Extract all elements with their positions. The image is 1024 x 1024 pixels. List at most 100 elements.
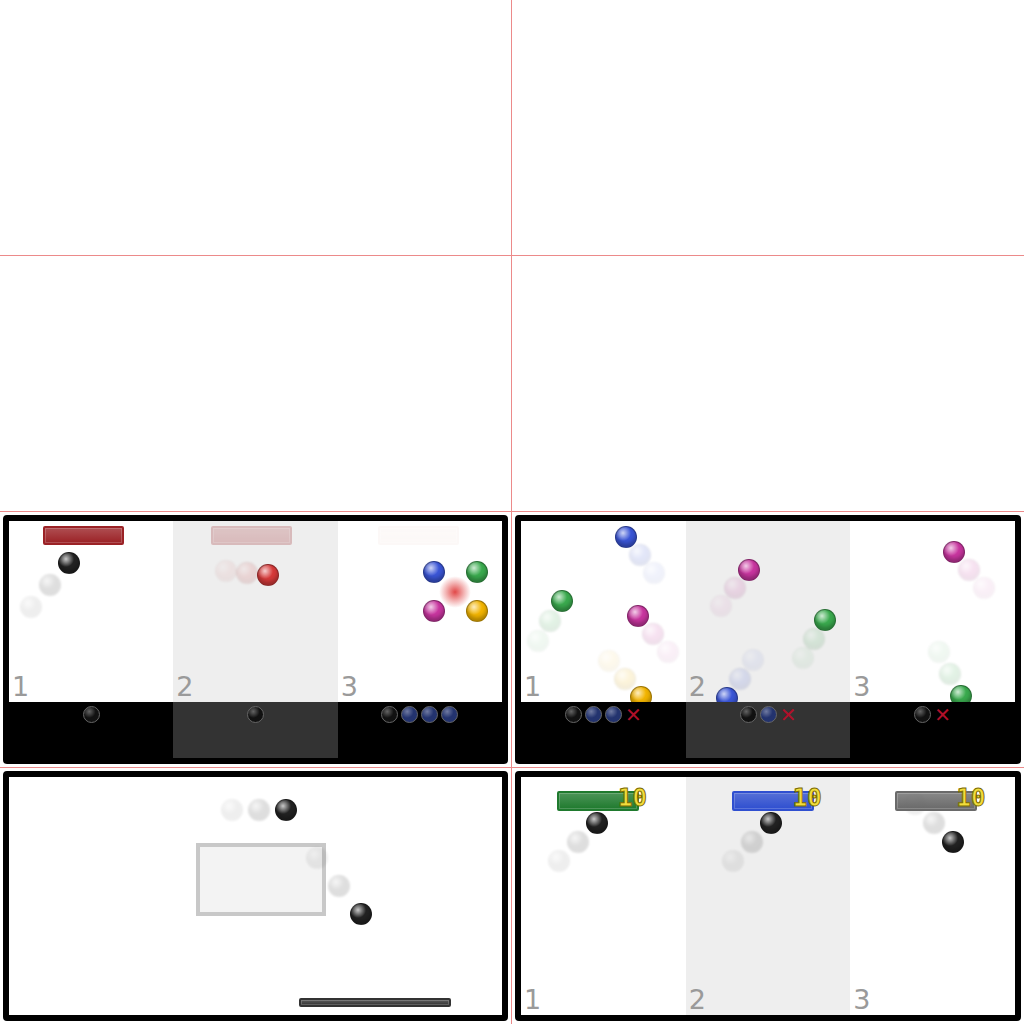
caught-ball [914, 706, 931, 723]
atlas-cell [0, 256, 512, 512]
ball[interactable] [615, 526, 637, 548]
ball[interactable] [738, 559, 760, 581]
atlas-cell: 101102103 [512, 768, 1024, 1024]
ball[interactable] [586, 812, 608, 834]
ball[interactable] [275, 799, 297, 821]
ball[interactable] [423, 600, 445, 622]
miss-icon: ✕ [934, 706, 951, 724]
paddle[interactable] [43, 526, 124, 545]
tray-strip: ✕ ✕ ✕ [521, 702, 1015, 758]
ball[interactable] [716, 687, 738, 702]
ball[interactable] [257, 564, 279, 586]
caught-ball [441, 706, 458, 723]
ball-trail [215, 560, 237, 582]
paddle[interactable]: 10 [732, 791, 814, 811]
lane-label: 3 [853, 985, 870, 1015]
lane: 10 1 [521, 777, 686, 1015]
lane: 10 3 [850, 777, 1015, 1015]
paddle[interactable]: 10 [895, 791, 977, 811]
tray-strip [9, 702, 502, 758]
atlas-cell: 123 [0, 512, 512, 768]
ball[interactable] [760, 812, 782, 834]
caught-ball [585, 706, 602, 723]
tray [9, 702, 173, 758]
ball-trail [598, 650, 620, 672]
lane-label: 1 [524, 672, 541, 702]
ball-trail [643, 562, 665, 584]
catch-tutorial-panel: 123 [3, 515, 508, 764]
ball-trail [629, 544, 651, 566]
lane: 1 [521, 521, 686, 702]
ball-trail [923, 812, 945, 834]
ball-trail [722, 850, 744, 872]
atlas-cell [0, 768, 512, 1024]
atlas-cell: 1 2 3 ✕ ✕ ✕ [512, 512, 1024, 768]
ball-trail [792, 647, 814, 669]
atlas-cell [512, 0, 1024, 256]
tray: ✕ [521, 702, 686, 758]
ball-trail [527, 630, 549, 652]
ball-trail [306, 847, 328, 869]
tray [173, 702, 337, 758]
ball-trail [657, 641, 679, 663]
ball-trail [710, 595, 732, 617]
lane-label: 2 [176, 672, 193, 702]
paddle[interactable] [378, 526, 459, 545]
ball-trail [236, 562, 258, 584]
atlas-cell [0, 0, 512, 256]
ball[interactable] [627, 605, 649, 627]
ball[interactable] [58, 552, 80, 574]
score-lanes-panel: 101102103 [515, 771, 1021, 1021]
lane: 102 [686, 777, 851, 1015]
caught-ball [421, 706, 438, 723]
ball[interactable] [350, 903, 372, 925]
caught-ball [401, 706, 418, 723]
tray [338, 702, 502, 758]
ball-trail [221, 799, 243, 821]
ball[interactable] [466, 561, 488, 583]
lane: 3 [850, 521, 1015, 702]
lane-label: 2 [689, 672, 706, 702]
lane: 1 [9, 521, 173, 702]
atlas-cell [512, 256, 1024, 512]
caught-ball [247, 706, 264, 723]
ball-trail [328, 875, 350, 897]
lane [9, 777, 502, 1015]
ball-trail [742, 649, 764, 671]
ball[interactable] [466, 600, 488, 622]
ball-trail [729, 668, 751, 690]
play-field [9, 777, 502, 1015]
paddle[interactable] [211, 526, 292, 545]
lane: 2 [173, 521, 337, 702]
ball[interactable] [943, 541, 965, 563]
ball-trail [724, 577, 746, 599]
score-badge: 10 [618, 786, 647, 810]
burst-icon [439, 576, 471, 608]
ball-trail [928, 641, 950, 663]
lane-label: 1 [524, 985, 541, 1015]
ball-trail [973, 577, 995, 599]
ball[interactable] [630, 686, 652, 702]
lane: 2 [686, 521, 851, 702]
paddle[interactable] [299, 998, 451, 1007]
paddle[interactable]: 10 [557, 791, 639, 811]
ball[interactable] [942, 831, 964, 853]
ball-trail [39, 574, 61, 596]
sprite-atlas: 123123✕✕✕101102103 [0, 0, 1024, 1024]
ball[interactable] [551, 590, 573, 612]
miss-icon: ✕ [780, 706, 797, 724]
bounce-field-panel [3, 771, 508, 1021]
tray: ✕ [686, 702, 851, 758]
ball[interactable] [950, 685, 972, 702]
ball-trail [248, 799, 270, 821]
lane-label: 1 [12, 672, 29, 702]
ball[interactable] [814, 609, 836, 631]
caught-ball [740, 706, 757, 723]
caught-ball [760, 706, 777, 723]
ball-trail [939, 663, 961, 685]
ball-trail [642, 623, 664, 645]
caught-ball [605, 706, 622, 723]
ball[interactable] [423, 561, 445, 583]
caught-ball [83, 706, 100, 723]
ball-trail [20, 596, 42, 618]
